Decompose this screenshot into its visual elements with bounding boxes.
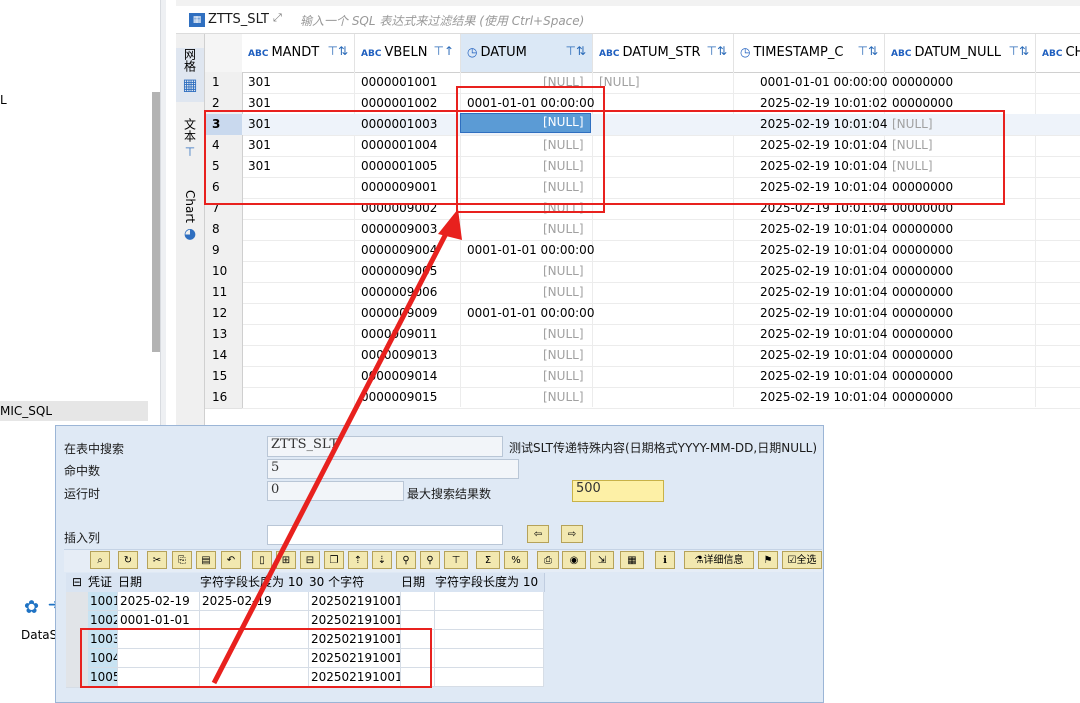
annotation-arrow [211,209,462,685]
